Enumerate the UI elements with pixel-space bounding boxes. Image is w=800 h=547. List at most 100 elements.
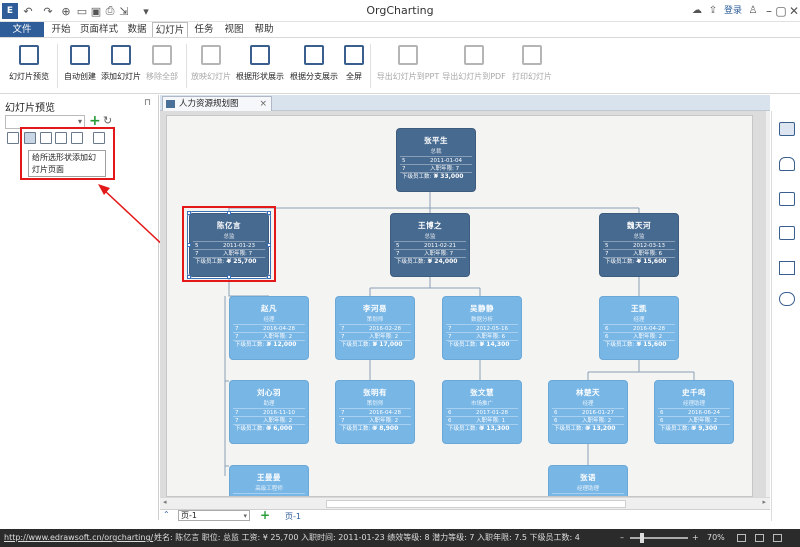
employee-card-icon[interactable] bbox=[779, 122, 795, 136]
show-by-branch-icon bbox=[304, 45, 324, 65]
remove-all-button[interactable]: 移除全部 bbox=[144, 42, 180, 92]
website-link[interactable]: http://www.edrawsoft.cn/orgcharting/ bbox=[4, 529, 153, 547]
document-tab-label: 人力资源规划图 bbox=[179, 99, 239, 109]
add-slide-button[interactable]: 添加幻灯片 bbox=[100, 42, 142, 92]
fit-width-icon[interactable] bbox=[737, 534, 746, 542]
print-slides-button[interactable]: 打印幻灯片 bbox=[510, 42, 554, 92]
customize-toolbar-icon[interactable]: ▾ bbox=[138, 3, 154, 19]
node-title: 经理 bbox=[582, 401, 594, 407]
node-title: 策划师 bbox=[366, 401, 384, 407]
scroll-left-icon[interactable]: ◂ bbox=[163, 498, 167, 506]
tab-file[interactable]: 文件 bbox=[0, 22, 44, 37]
org-node[interactable]: 吴静静 数据分析 7 2012-05-16 7 入职年限: 6 下级员工数: 1 ¥ 14,3… bbox=[442, 296, 522, 360]
fill-style-icon[interactable] bbox=[779, 157, 795, 171]
zoom-in-icon[interactable]: + bbox=[692, 529, 699, 547]
highlight-box bbox=[182, 206, 276, 282]
close-button[interactable]: ✕ bbox=[786, 2, 800, 20]
node-salary: ¥ 24,000 bbox=[428, 258, 458, 265]
close-tab-icon[interactable]: × bbox=[259, 97, 267, 111]
org-node[interactable]: 王曼曼 高级工程师 bbox=[229, 465, 309, 496]
tab-view[interactable]: 视图 bbox=[220, 22, 248, 37]
org-node[interactable]: 李河易 策划师 7 2016-02-28 7 入职年限: 2 下级员工数: 1 ¥ 17,00… bbox=[335, 296, 415, 360]
node-salary: ¥ 14,300 bbox=[480, 341, 510, 348]
login-link[interactable]: 登录 bbox=[723, 2, 743, 20]
tab-start[interactable]: 开始 bbox=[46, 22, 76, 37]
auto-create-button[interactable]: 自动创建 bbox=[62, 42, 98, 92]
org-node[interactable]: 张文慧 市场推广 6 2017-01-28 6 入职年限: 1 下级员工数: 0 ¥ 13,3… bbox=[442, 380, 522, 444]
add-page-icon[interactable]: + bbox=[260, 508, 270, 522]
fullscreen-view-icon[interactable] bbox=[773, 534, 782, 542]
tab-page-style[interactable]: 页面样式 bbox=[78, 22, 120, 37]
shirt-icon[interactable]: ♙ bbox=[745, 2, 761, 20]
add-slide-icon bbox=[111, 45, 131, 65]
page-nav-icon[interactable]: ⌃ bbox=[163, 510, 170, 519]
export-pdf-button[interactable]: 导出幻灯片到PDF bbox=[442, 42, 506, 92]
zoom-slider-knob[interactable] bbox=[640, 533, 644, 543]
org-node[interactable]: 张语 经理助理 bbox=[548, 465, 628, 496]
org-node[interactable]: 林楚天 经理 6 2016-01-27 6 入职年限: 2 下级员工数: 0 ¥ 13,200 bbox=[548, 380, 628, 444]
layout-panel-icon[interactable] bbox=[779, 192, 795, 206]
node-row: 下级员工数: 7 ¥ 33,000 bbox=[400, 172, 472, 180]
slide-preview-button[interactable]: 幻灯片预览 bbox=[6, 42, 52, 92]
horizontal-scrollbar[interactable]: ◂ ▸ bbox=[160, 497, 770, 509]
canvas[interactable]: 张平生 总裁 5 2011-01-04 7 入职年限: 7 下级员工数: 7 ¥ 33,000… bbox=[160, 111, 766, 497]
export-icon[interactable]: ⇲ bbox=[116, 3, 132, 19]
auto-create-icon bbox=[70, 45, 90, 65]
cloud-icon[interactable]: ☁ bbox=[689, 2, 705, 20]
node-field: 6 bbox=[554, 418, 558, 424]
node-field: 7 bbox=[235, 410, 239, 416]
scroll-right-icon[interactable]: ▸ bbox=[762, 498, 766, 506]
org-node[interactable]: 王博之 总监 5 2011-02-21 7 入职年限: 7 下级员工数: 3 ¥ 24,000 bbox=[390, 213, 470, 277]
document-tabs: 人力资源规划图 × bbox=[160, 95, 770, 111]
tab-slides[interactable]: 幻灯片 bbox=[152, 22, 188, 38]
node-row: 7 2016-04-28 bbox=[233, 324, 305, 332]
zoom-out-icon[interactable]: – bbox=[620, 529, 624, 547]
vertical-scrollbar[interactable] bbox=[766, 111, 770, 497]
zoom-slider[interactable] bbox=[630, 533, 688, 543]
redo-icon[interactable]: ↷ bbox=[40, 3, 56, 19]
org-node[interactable]: 张明有 策划师 7 2016-04-28 7 入职年限: 2 下级员工数: 0 ¥ 8,900 bbox=[335, 380, 415, 444]
org-node[interactable]: 赵凡 经理 7 2016-04-28 7 入职年限: 2 下级员工数: 2 ¥ 12,000 bbox=[229, 296, 309, 360]
node-field: 2016-04-28 bbox=[369, 410, 401, 416]
presentation-icon[interactable] bbox=[7, 132, 19, 144]
show-by-shape-button[interactable]: 根据形状展示 bbox=[234, 42, 286, 92]
hierarchy-icon[interactable] bbox=[779, 261, 795, 275]
org-node[interactable]: 王凯 经理 6 2016-04-28 6 入职年限: 2 下级员工数: 3 ¥ 15,600 bbox=[599, 296, 679, 360]
fit-page-icon[interactable] bbox=[755, 534, 764, 542]
share-icon[interactable]: ⇪ bbox=[705, 2, 721, 20]
drawing-page[interactable]: 张平生 总裁 5 2011-01-04 7 入职年限: 7 下级员工数: 7 ¥ 33,000… bbox=[166, 115, 753, 497]
org-node[interactable]: 刘心羽 助理 7 2016-11-10 7 入职年限: 2 下级员工数: 0 ¥ 6,000 bbox=[229, 380, 309, 444]
tab-data[interactable]: 数据 bbox=[122, 22, 152, 37]
play-slides-button[interactable]: 放映幻灯片 bbox=[190, 42, 232, 92]
refresh-icon[interactable]: ↻ bbox=[103, 114, 112, 127]
node-title: 经理助理 bbox=[682, 401, 705, 407]
document-tab[interactable]: 人力资源规划图 × bbox=[162, 96, 272, 111]
node-row: 7 入职年限: 2 bbox=[233, 332, 305, 340]
tab-help[interactable]: 帮助 bbox=[250, 22, 278, 37]
org-node[interactable]: 魏天河 总监 5 2012-03-13 7 入职年限: 6 下级员工数: 4 ¥ 15,600 bbox=[599, 213, 679, 277]
pin-icon[interactable]: ⊓ bbox=[144, 98, 151, 108]
export-ppt-button[interactable]: 导出幻灯片到PPT bbox=[376, 42, 440, 92]
page-select[interactable]: 页-1 ▾ bbox=[178, 510, 250, 521]
search-icon[interactable] bbox=[779, 292, 795, 306]
play-slides-icon bbox=[201, 45, 221, 65]
node-row: 5 2011-02-21 bbox=[394, 241, 466, 249]
fullscreen-icon bbox=[344, 45, 364, 65]
page-tab[interactable]: 页-1 bbox=[285, 511, 301, 522]
print-slides-icon bbox=[522, 45, 542, 65]
org-node[interactable]: 史千鸣 经理助理 6 2016-06-24 6 入职年限: 2 下级员工数: 0 ¥ 9,30… bbox=[654, 380, 734, 444]
new-file-icon[interactable]: ⊕ bbox=[58, 3, 74, 19]
scroll-thumb[interactable] bbox=[326, 500, 626, 508]
node-field: 入职年限: 2 bbox=[633, 334, 663, 340]
tab-tasks[interactable]: 任务 bbox=[190, 22, 218, 37]
org-node[interactable]: 张平生 总裁 5 2011-01-04 7 入职年限: 7 下级员工数: 7 ¥ 33,000 bbox=[396, 128, 476, 192]
node-field: 7 bbox=[341, 410, 345, 416]
node-field: 2012-03-13 bbox=[633, 243, 665, 249]
node-field: 5 bbox=[402, 158, 406, 164]
fullscreen-button[interactable]: 全屏 bbox=[342, 42, 366, 92]
node-row: 下级员工数: 3 ¥ 15,600 bbox=[603, 340, 675, 348]
undo-icon[interactable]: ↶ bbox=[20, 3, 36, 19]
show-by-branch-button[interactable]: 根据分支展示 bbox=[288, 42, 340, 92]
calendar-icon[interactable] bbox=[779, 226, 795, 240]
show-by-shape-icon bbox=[250, 45, 270, 65]
